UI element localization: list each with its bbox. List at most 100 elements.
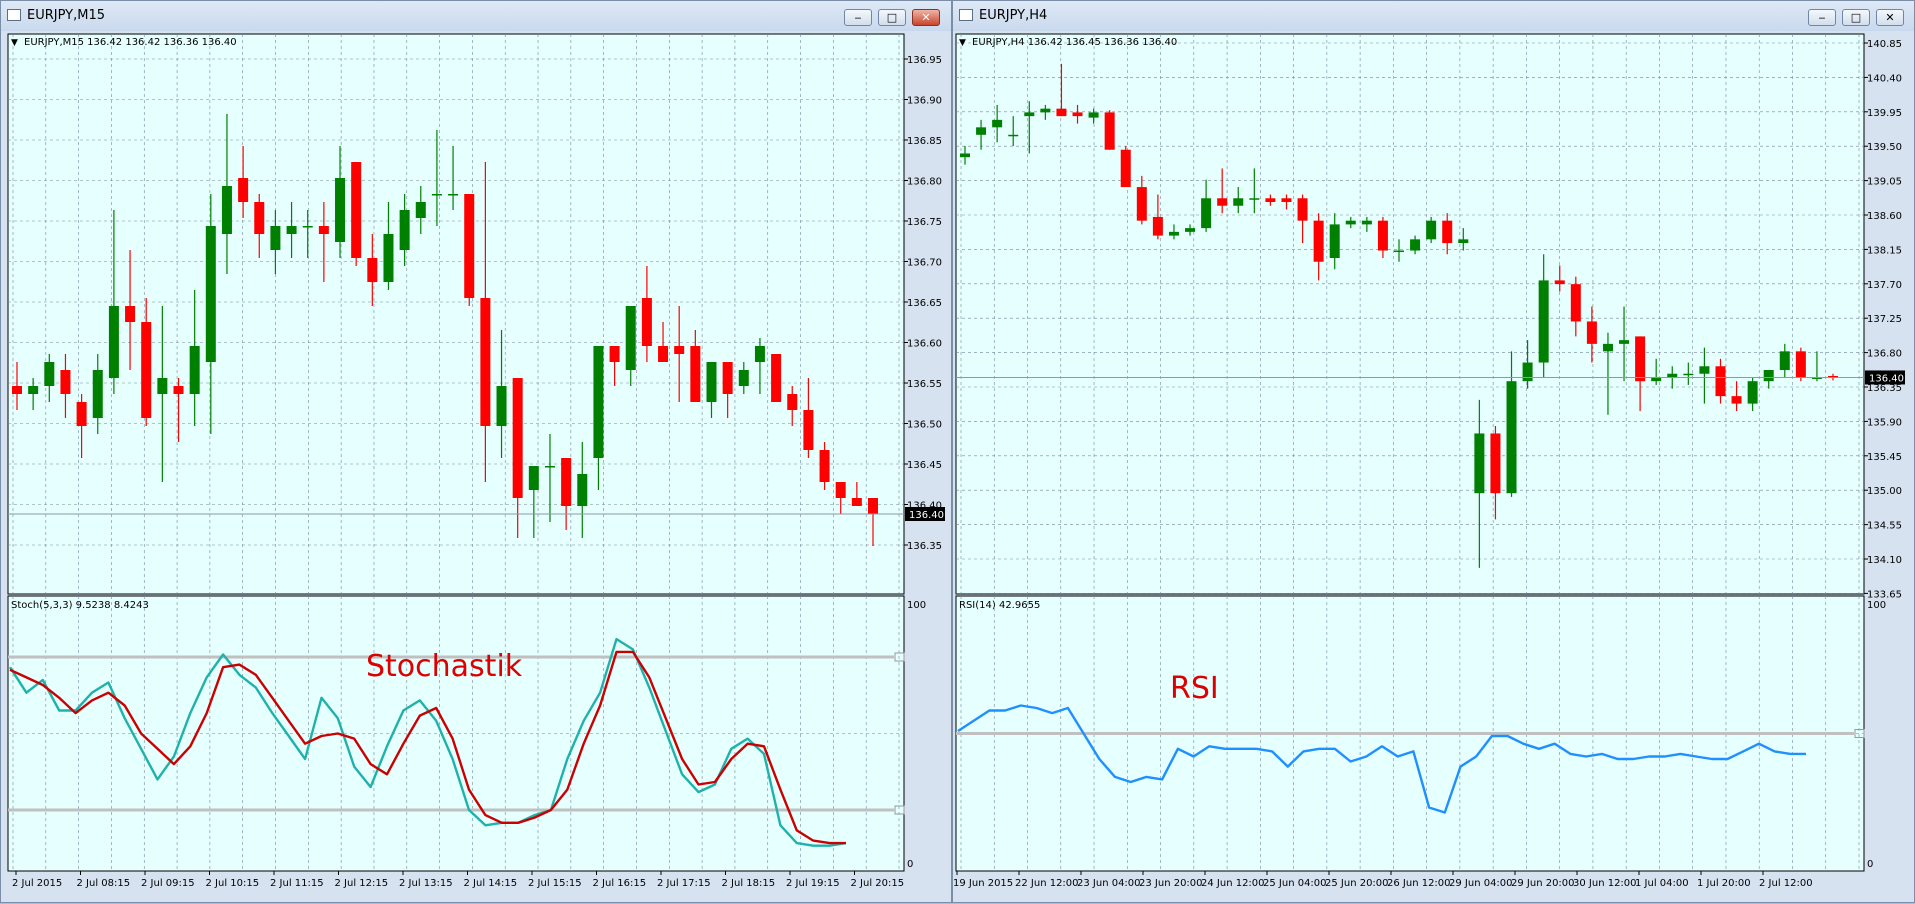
candle-bearish [722, 362, 733, 394]
candle-bearish [1265, 198, 1276, 202]
candle-bullish [1201, 198, 1212, 229]
candle-bullish [205, 226, 216, 362]
y-tick-label: 140.40 [1867, 73, 1902, 84]
candle-bearish [1586, 321, 1597, 344]
candle-bullish [1008, 134, 1019, 137]
candle-bullish [431, 194, 442, 196]
y-tick-label: 136.90 [907, 96, 942, 107]
x-tick-label: 2 Jul 15:15 [528, 878, 582, 889]
x-tick-label: 2 Jul 17:15 [657, 878, 711, 889]
candle-bullish [1506, 381, 1517, 494]
indicator-y-label: 100 [907, 600, 926, 611]
candle-bearish [868, 498, 878, 514]
candle-bearish [238, 178, 249, 202]
candle-bullish [577, 474, 588, 506]
candle-bearish [1152, 216, 1163, 236]
candle-bullish [1361, 220, 1372, 225]
candle-bearish [851, 498, 862, 506]
candle-bullish [992, 119, 1003, 128]
y-tick-label: 139.05 [1867, 177, 1902, 188]
candle-bearish [141, 322, 152, 418]
indicator-header: RSI(14) 42.9655 [959, 600, 1040, 611]
candle-bearish [1795, 351, 1806, 378]
candle-bearish [787, 394, 798, 410]
y-tick-label: 138.15 [1867, 245, 1902, 256]
candle-bullish [28, 386, 39, 394]
candle-bullish [528, 466, 539, 490]
chart-header-arrow: ▼ [959, 38, 966, 48]
x-tick-label: 23 Jun 20:00 [1139, 878, 1203, 889]
candle-bearish [1136, 187, 1147, 221]
candle-bullish [1458, 239, 1469, 244]
y-tick-label: 136.65 [907, 298, 942, 309]
candle-bullish [1667, 373, 1678, 378]
indicator-y-label: 0 [907, 859, 913, 870]
chart-m15[interactable]: 136.95 136.90 136.85 136.80 136.75 136.70 136.… [1, 1, 953, 904]
candle-bullish [44, 362, 55, 386]
candle-bearish [254, 202, 265, 234]
y-tick-label: 138.60 [1867, 211, 1902, 222]
y-tick-label: 136.50 [907, 420, 942, 431]
candle-bullish [1779, 351, 1790, 370]
y-tick-label: 135.90 [1867, 417, 1902, 428]
x-tick-label: 2 Jul 09:15 [141, 878, 195, 889]
window-m15: EURJPY,M15 ‒ □ ✕ 136.95 136.90 136.85 136.8… [0, 0, 952, 903]
y-tick-label: 139.95 [1867, 108, 1902, 119]
y-tick-label: 136.70 [907, 258, 942, 269]
candle-bearish [819, 450, 830, 482]
candle-bullish [415, 202, 426, 218]
x-tick-label: 1 Jul 20:00 [1697, 878, 1751, 889]
candle-bearish [1490, 433, 1501, 494]
candle-bearish [609, 346, 620, 362]
y-tick-label: 133.65 [1867, 589, 1902, 600]
candle-bullish [544, 466, 555, 468]
x-tick-label: 29 Jun 20:00 [1511, 878, 1575, 889]
candle-bullish [448, 194, 459, 196]
candle-bullish [270, 226, 281, 250]
y-tick-label: 136.60 [907, 339, 942, 350]
x-tick-label: 2 Jul 19:15 [786, 878, 840, 889]
candle-bullish [1538, 280, 1549, 363]
chart-h4[interactable]: 140.85 140.40 139.95 139.50 139.05 138.60 138.… [953, 1, 1915, 904]
candle-bearish [641, 298, 652, 346]
y-tick-label: 136.75 [907, 217, 942, 228]
candle-bullish [1683, 373, 1694, 376]
y-tick-label: 136.80 [907, 177, 942, 188]
x-tick-label: 23 Jun 04:00 [1077, 878, 1141, 889]
candle-bullish [593, 346, 604, 458]
chart-header: EURJPY,H4 136.42 136.45 136.36 136.40 [972, 37, 1177, 48]
x-tick-label: 2 Jul 12:00 [1759, 878, 1813, 889]
candle-bullish [706, 362, 717, 402]
y-tick-label: 136.35 [907, 541, 942, 552]
x-tick-label: 24 Jun 12:00 [1201, 878, 1265, 889]
candle-bullish [1763, 370, 1774, 382]
x-tick-label: 30 Jun 12:00 [1573, 878, 1637, 889]
candle-bullish [1233, 198, 1244, 206]
candle-bullish [157, 378, 168, 394]
x-tick-label: 2 Jul 11:15 [270, 878, 324, 889]
candle-bullish [1410, 239, 1421, 251]
candle-bearish [835, 482, 846, 498]
x-tick-label: 25 Jun 20:00 [1325, 878, 1389, 889]
y-tick-label: 135.45 [1867, 452, 1902, 463]
candle-bullish [92, 370, 103, 418]
price-label: 136.40 [1869, 373, 1904, 384]
candle-bearish [367, 258, 378, 282]
candle-bullish [1602, 343, 1613, 352]
candle-bullish [383, 234, 394, 282]
candle-bullish [1394, 250, 1404, 253]
candle-bearish [1635, 336, 1646, 382]
candle-bullish [754, 346, 765, 362]
candle-bearish [1442, 220, 1453, 244]
window-h4: EURJPY,H4 ‒ □ ✕ 140.85 140.40 139.95 139.50… [952, 0, 1915, 903]
y-tick-label: 135.00 [1867, 486, 1902, 497]
candle-bullish [1651, 377, 1662, 382]
candle-bullish [286, 226, 297, 234]
candle-bearish [803, 410, 814, 450]
candle-bullish [738, 370, 749, 386]
candle-bearish [1281, 198, 1292, 202]
candle-bullish [335, 178, 346, 242]
x-tick-label: 22 Jun 12:00 [1015, 878, 1079, 889]
candle-bearish [1072, 112, 1083, 117]
x-tick-label: 2 Jul 08:15 [77, 878, 131, 889]
